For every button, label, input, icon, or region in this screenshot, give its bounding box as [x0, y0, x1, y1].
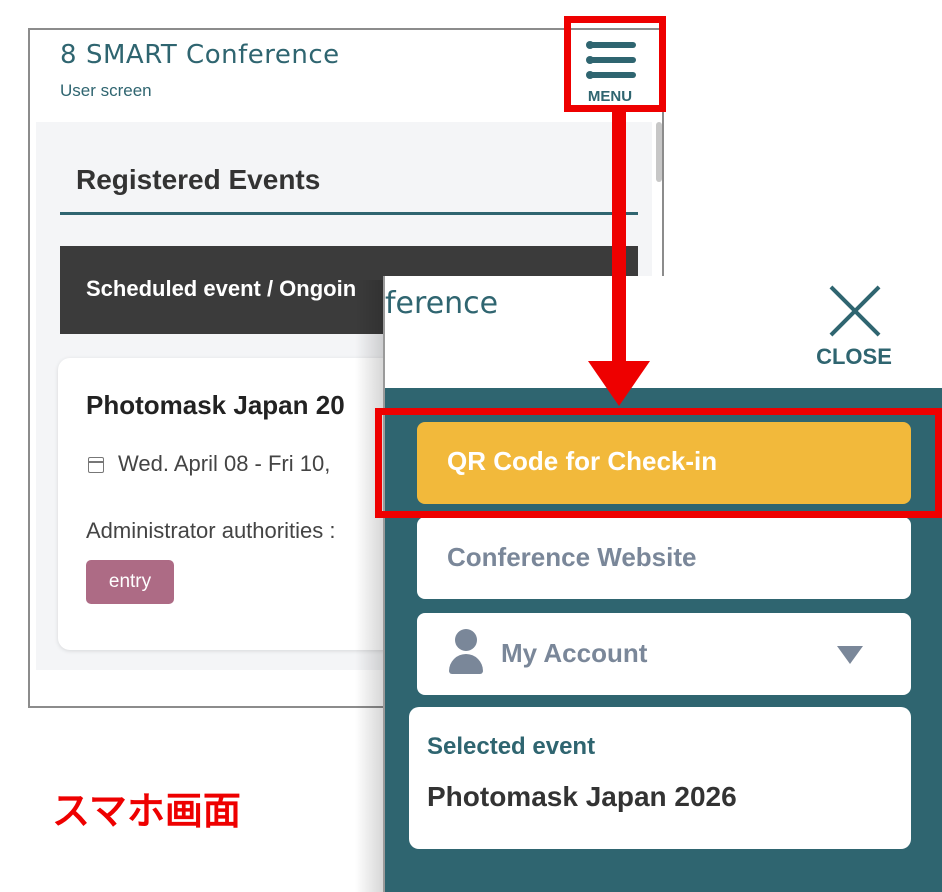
menu-panel: ference CLOSE QR Code for Check-in Confe… [383, 276, 942, 892]
selected-event-card: Selected event Photomask Japan 2026 [409, 707, 911, 849]
my-account-label: My Account [501, 638, 648, 668]
selected-event-label: Selected event [427, 733, 596, 760]
event-name: Photomask Japan 20 [86, 390, 345, 420]
user-icon-body [449, 654, 483, 674]
logo-icon: 8 [60, 40, 77, 70]
user-icon-head [455, 629, 477, 651]
qr-highlight-box [375, 408, 942, 518]
conference-website-label: Conference Website [447, 542, 697, 572]
admin-authorities: Administrator authorities : [86, 518, 336, 543]
entry-badge[interactable]: entry [86, 560, 174, 604]
menu-panel-header: ference CLOSE [385, 276, 942, 388]
event-date: Wed. April 08 - Fri 10, [118, 451, 331, 476]
screen-subtitle: User screen [60, 81, 152, 100]
menu-panel-title: ference [385, 286, 499, 321]
title-underline [60, 212, 638, 215]
close-icon[interactable] [827, 284, 883, 340]
close-label[interactable]: CLOSE [799, 344, 909, 370]
annotation-arrow-head [588, 361, 650, 406]
smartphone-screen-caption: スマホ画面 [52, 789, 241, 833]
annotation-arrow-shaft [612, 110, 626, 362]
selected-event-value: Photomask Japan 2026 [427, 781, 737, 812]
schedule-tab-label: Scheduled event / Ongoin [86, 276, 357, 301]
calendar-icon [88, 457, 104, 473]
app-title: SMART Conference [86, 40, 340, 70]
my-account-dropdown[interactable]: My Account [417, 613, 911, 695]
conference-website-button[interactable]: Conference Website [417, 517, 911, 599]
scrollbar-thumb[interactable] [656, 122, 662, 182]
dropdown-triangle-icon [837, 646, 863, 664]
menu-highlight-box [564, 16, 666, 112]
registered-events-title: Registered Events [76, 164, 321, 195]
